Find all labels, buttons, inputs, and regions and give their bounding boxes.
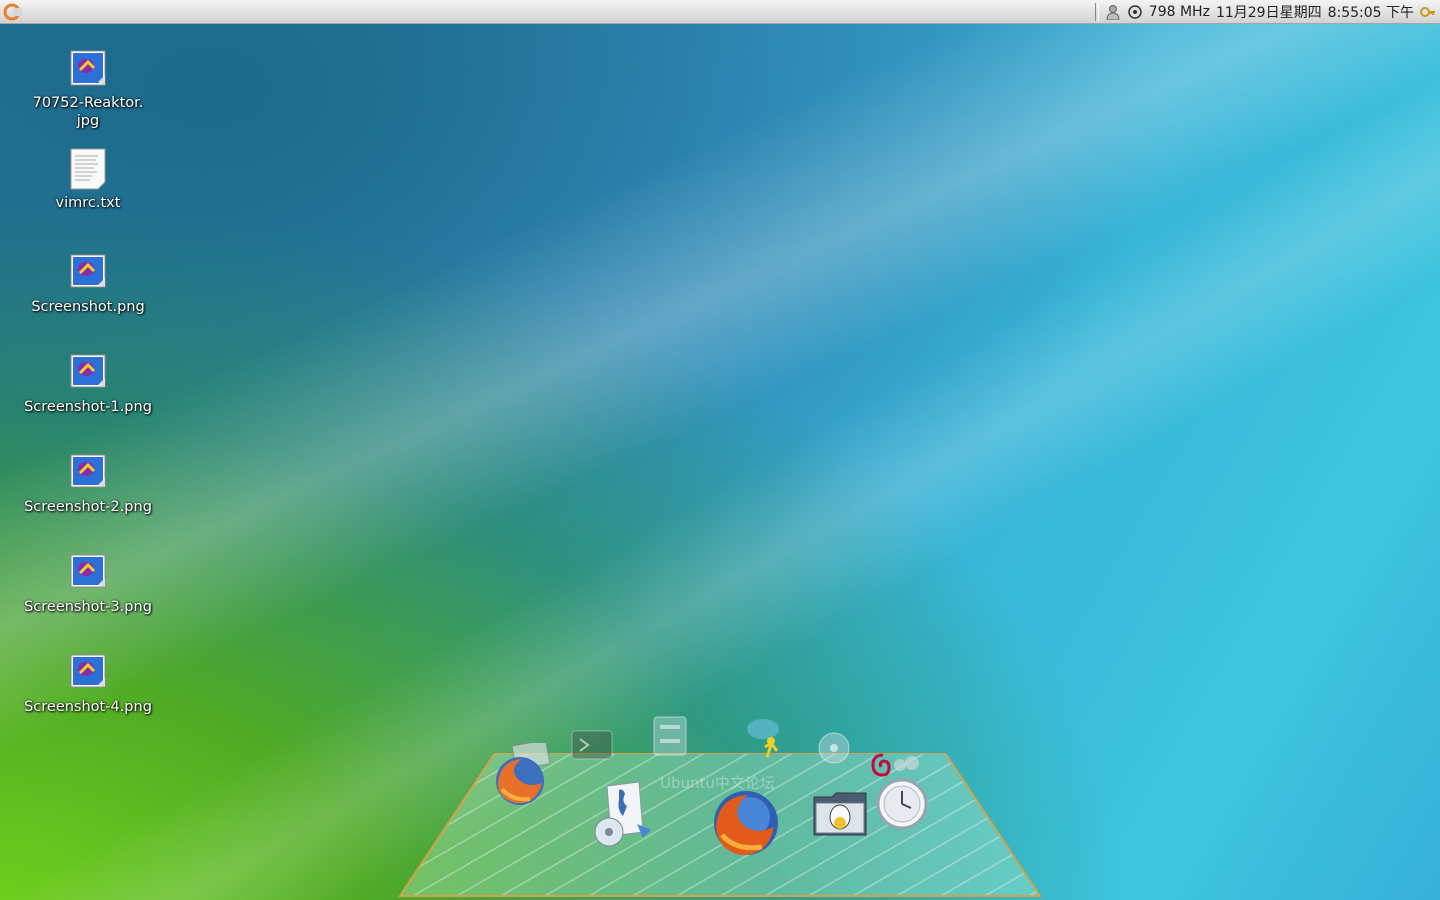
file-cabinet-icon[interactable]	[650, 715, 690, 757]
clock-icon[interactable]	[875, 777, 929, 831]
user-icon[interactable]	[1105, 4, 1121, 20]
clock-date[interactable]: 11月29日星期四	[1216, 2, 1322, 22]
aim-icon[interactable]	[745, 717, 785, 759]
firefox-small-icon[interactable]	[492, 743, 554, 809]
top-panel: 798 MHz 11月29日星期四 8:55:05 下午	[0, 0, 1440, 24]
cd-icon[interactable]	[817, 731, 851, 765]
desktop-icon-label: Screenshot-2.png	[24, 499, 152, 515]
desktop-icon-vimrc[interactable]: vimrc.txt	[8, 148, 168, 212]
panel-separator	[1094, 3, 1099, 21]
image-file-icon	[70, 254, 106, 288]
cpu-frequency-icon[interactable]	[1127, 4, 1143, 20]
gimp-icon[interactable]	[892, 755, 922, 777]
3d-dock: Ubuntu中文论坛	[395, 715, 1045, 900]
home-folder-icon[interactable]	[810, 787, 870, 841]
clock-time[interactable]: 8:55:05 下午	[1328, 2, 1414, 22]
ubuntu-menu-icon[interactable]	[2, 2, 22, 22]
desktop-icon-screenshot-2[interactable]: Screenshot-2.png	[8, 452, 168, 516]
image-file-icon	[70, 554, 106, 588]
software-installer-icon[interactable]	[593, 780, 659, 852]
desktop-icon-label: Screenshot-1.png	[24, 399, 152, 415]
desktop-icon-reaktor[interactable]: 70752-Reaktor. jpg	[8, 48, 168, 130]
image-file-icon	[70, 50, 106, 86]
desktop-icon-screenshot-3[interactable]: Screenshot-3.png	[8, 552, 168, 616]
image-file-icon	[70, 654, 106, 688]
cpu-frequency-text[interactable]: 798 MHz	[1149, 4, 1210, 20]
keyring-icon[interactable]	[1420, 4, 1436, 20]
image-file-icon	[70, 354, 106, 388]
firefox-icon[interactable]	[710, 787, 782, 859]
desktop-icon-label: vimrc.txt	[55, 195, 121, 211]
text-file-icon	[70, 148, 106, 190]
desktop-icon-label-line2: jpg	[76, 113, 100, 129]
desktop-icon-label: Screenshot.png	[31, 299, 145, 315]
image-file-icon	[70, 454, 106, 488]
desktop-icon-label: Screenshot-4.png	[24, 699, 152, 715]
desktop-icon-label: 70752-Reaktor.	[32, 95, 144, 111]
desktop-icon-screenshot-4[interactable]: Screenshot-4.png	[8, 652, 168, 716]
desktop-icon-screenshot[interactable]: Screenshot.png	[8, 252, 168, 316]
terminal-icon[interactable]	[570, 729, 614, 763]
desktop-icon-screenshot-1[interactable]: Screenshot-1.png	[8, 352, 168, 416]
desktop-icon-label: Screenshot-3.png	[24, 599, 152, 615]
system-tray: 798 MHz 11月29日星期四 8:55:05 下午	[1094, 0, 1436, 24]
